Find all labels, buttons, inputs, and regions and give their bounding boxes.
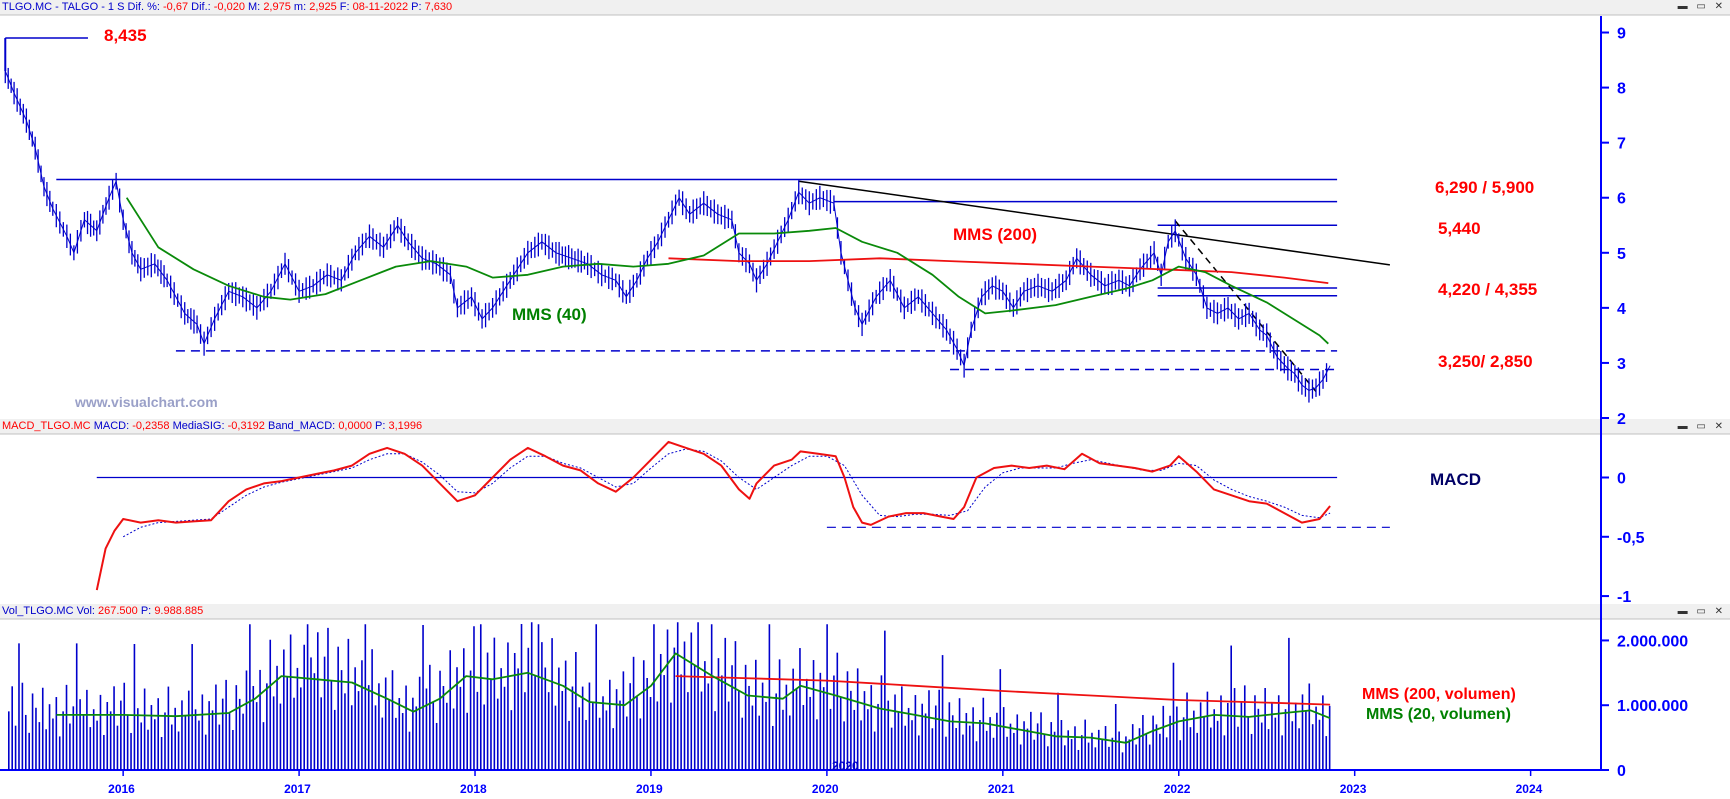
macd-line	[95, 440, 1331, 591]
label-resistance-1: 6,290 / 5,900	[1435, 178, 1535, 197]
x-tick-label: 2018	[460, 782, 487, 796]
macd-signal-line	[122, 448, 1331, 538]
price-y-tick-label: 7	[1617, 136, 1626, 153]
volume-y-tick-label: 1.000.000	[1617, 698, 1688, 715]
label-top-price: 8,435	[104, 26, 147, 45]
pane-header-bg-2	[0, 604, 1730, 619]
price-header: TLGO.MC - TALGO - 1 S Dif. %: -0,67 Dif.…	[2, 1, 453, 13]
x-tick-label: 2023	[1340, 782, 1367, 796]
x-tick-label: 2022	[1164, 782, 1191, 796]
label-mid-level: 4,220 / 4,355	[1438, 280, 1538, 299]
x-tick-label: 2024	[1516, 782, 1543, 796]
label-resistance-2: 5,440	[1438, 219, 1481, 238]
volume-header: Vol_TLGO.MC Vol: 267.500 P: 9.988.885	[2, 605, 204, 617]
label-vol-mms200: MMS (200, volumen)	[1362, 686, 1516, 703]
label-mms200: MMS (200)	[953, 225, 1038, 244]
chart-canvas: 9 8 7 6 5 4 3 2 0 -0,5 -1 2.000.000 1.000.000 0 2016 20…	[0, 0, 1730, 796]
volume-y-tick-label: 0	[1617, 763, 1626, 780]
watermark: www.visualchart.com	[75, 394, 218, 410]
x-tick-label: 2020	[812, 782, 839, 796]
label-mms40: MMS (40)	[512, 305, 587, 324]
x-tick-label: 2019	[636, 782, 663, 796]
x-tick-label: 2017	[284, 782, 311, 796]
price-y-tick-label: 6	[1617, 191, 1626, 208]
label-support: 3,250/ 2,850	[1438, 352, 1533, 371]
price-series-line	[4, 70, 1331, 391]
x-tick-label: 2021	[988, 782, 1015, 796]
price-window-buttons[interactable]: ▬ ▭ ✕	[1678, 1, 1726, 12]
price-y-tick-label: 9	[1617, 26, 1626, 43]
x-tick-label: 2016	[108, 782, 135, 796]
macd-window-buttons[interactable]: ▬ ▭ ✕	[1678, 421, 1726, 432]
volume-y-tick-label: 2.000.000	[1617, 633, 1688, 650]
price-y-tick-label: 2	[1617, 411, 1626, 428]
volume-window-buttons[interactable]: ▬ ▭ ✕	[1678, 606, 1726, 617]
macd-y-tick-label: 0	[1617, 471, 1626, 488]
trend-line	[798, 180, 1390, 266]
price-y-tick-label: 3	[1617, 356, 1626, 373]
label-macd: MACD	[1430, 470, 1481, 489]
price-y-tick-label: 4	[1617, 301, 1626, 318]
label-vol-mms20: MMS (20, volumen)	[1366, 706, 1511, 723]
mms40-line	[125, 197, 1329, 345]
macd-y-tick-label: -1	[1617, 589, 1631, 606]
price-y-tick-label: 8	[1617, 81, 1626, 98]
macd-y-tick-label: -0,5	[1617, 530, 1645, 547]
price-y-tick-label: 5	[1617, 246, 1626, 263]
overlap-year-label: 2020	[832, 759, 859, 773]
macd-header: MACD_TLGO.MC MACD: -0,2358 MediaSIG: -0,…	[2, 420, 423, 432]
